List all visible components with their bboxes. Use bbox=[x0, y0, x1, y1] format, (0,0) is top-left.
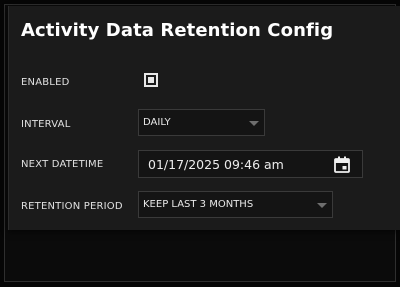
retention-config-dialog: Activity Data Retention Config ENABLED I… bbox=[8, 6, 400, 230]
next-datetime-field[interactable]: 01/17/2025 09:46 am bbox=[138, 150, 363, 178]
retention-period-select[interactable]: KEEP LAST 3 MONTHS bbox=[138, 191, 333, 218]
checkbox-check-mark bbox=[148, 77, 154, 83]
interval-value: DAILY bbox=[143, 117, 171, 128]
chevron-down-icon bbox=[249, 121, 259, 126]
retention-period-value: KEEP LAST 3 MONTHS bbox=[143, 199, 254, 210]
enabled-label: ENABLED bbox=[21, 77, 70, 88]
interval-label: INTERVAL bbox=[21, 119, 71, 130]
calendar-icon[interactable] bbox=[334, 156, 350, 173]
dialog-title: Activity Data Retention Config bbox=[21, 20, 334, 41]
retention-period-label: RETENTION PERIOD bbox=[21, 201, 123, 212]
next-datetime-value: 01/17/2025 09:46 am bbox=[148, 157, 284, 172]
interval-select[interactable]: DAILY bbox=[138, 109, 265, 136]
chevron-down-icon bbox=[317, 203, 327, 208]
next-datetime-label: NEXT DATETIME bbox=[21, 159, 104, 170]
page: Activity Data Retention Config ENABLED I… bbox=[0, 0, 400, 287]
enabled-checkbox[interactable] bbox=[144, 73, 158, 87]
